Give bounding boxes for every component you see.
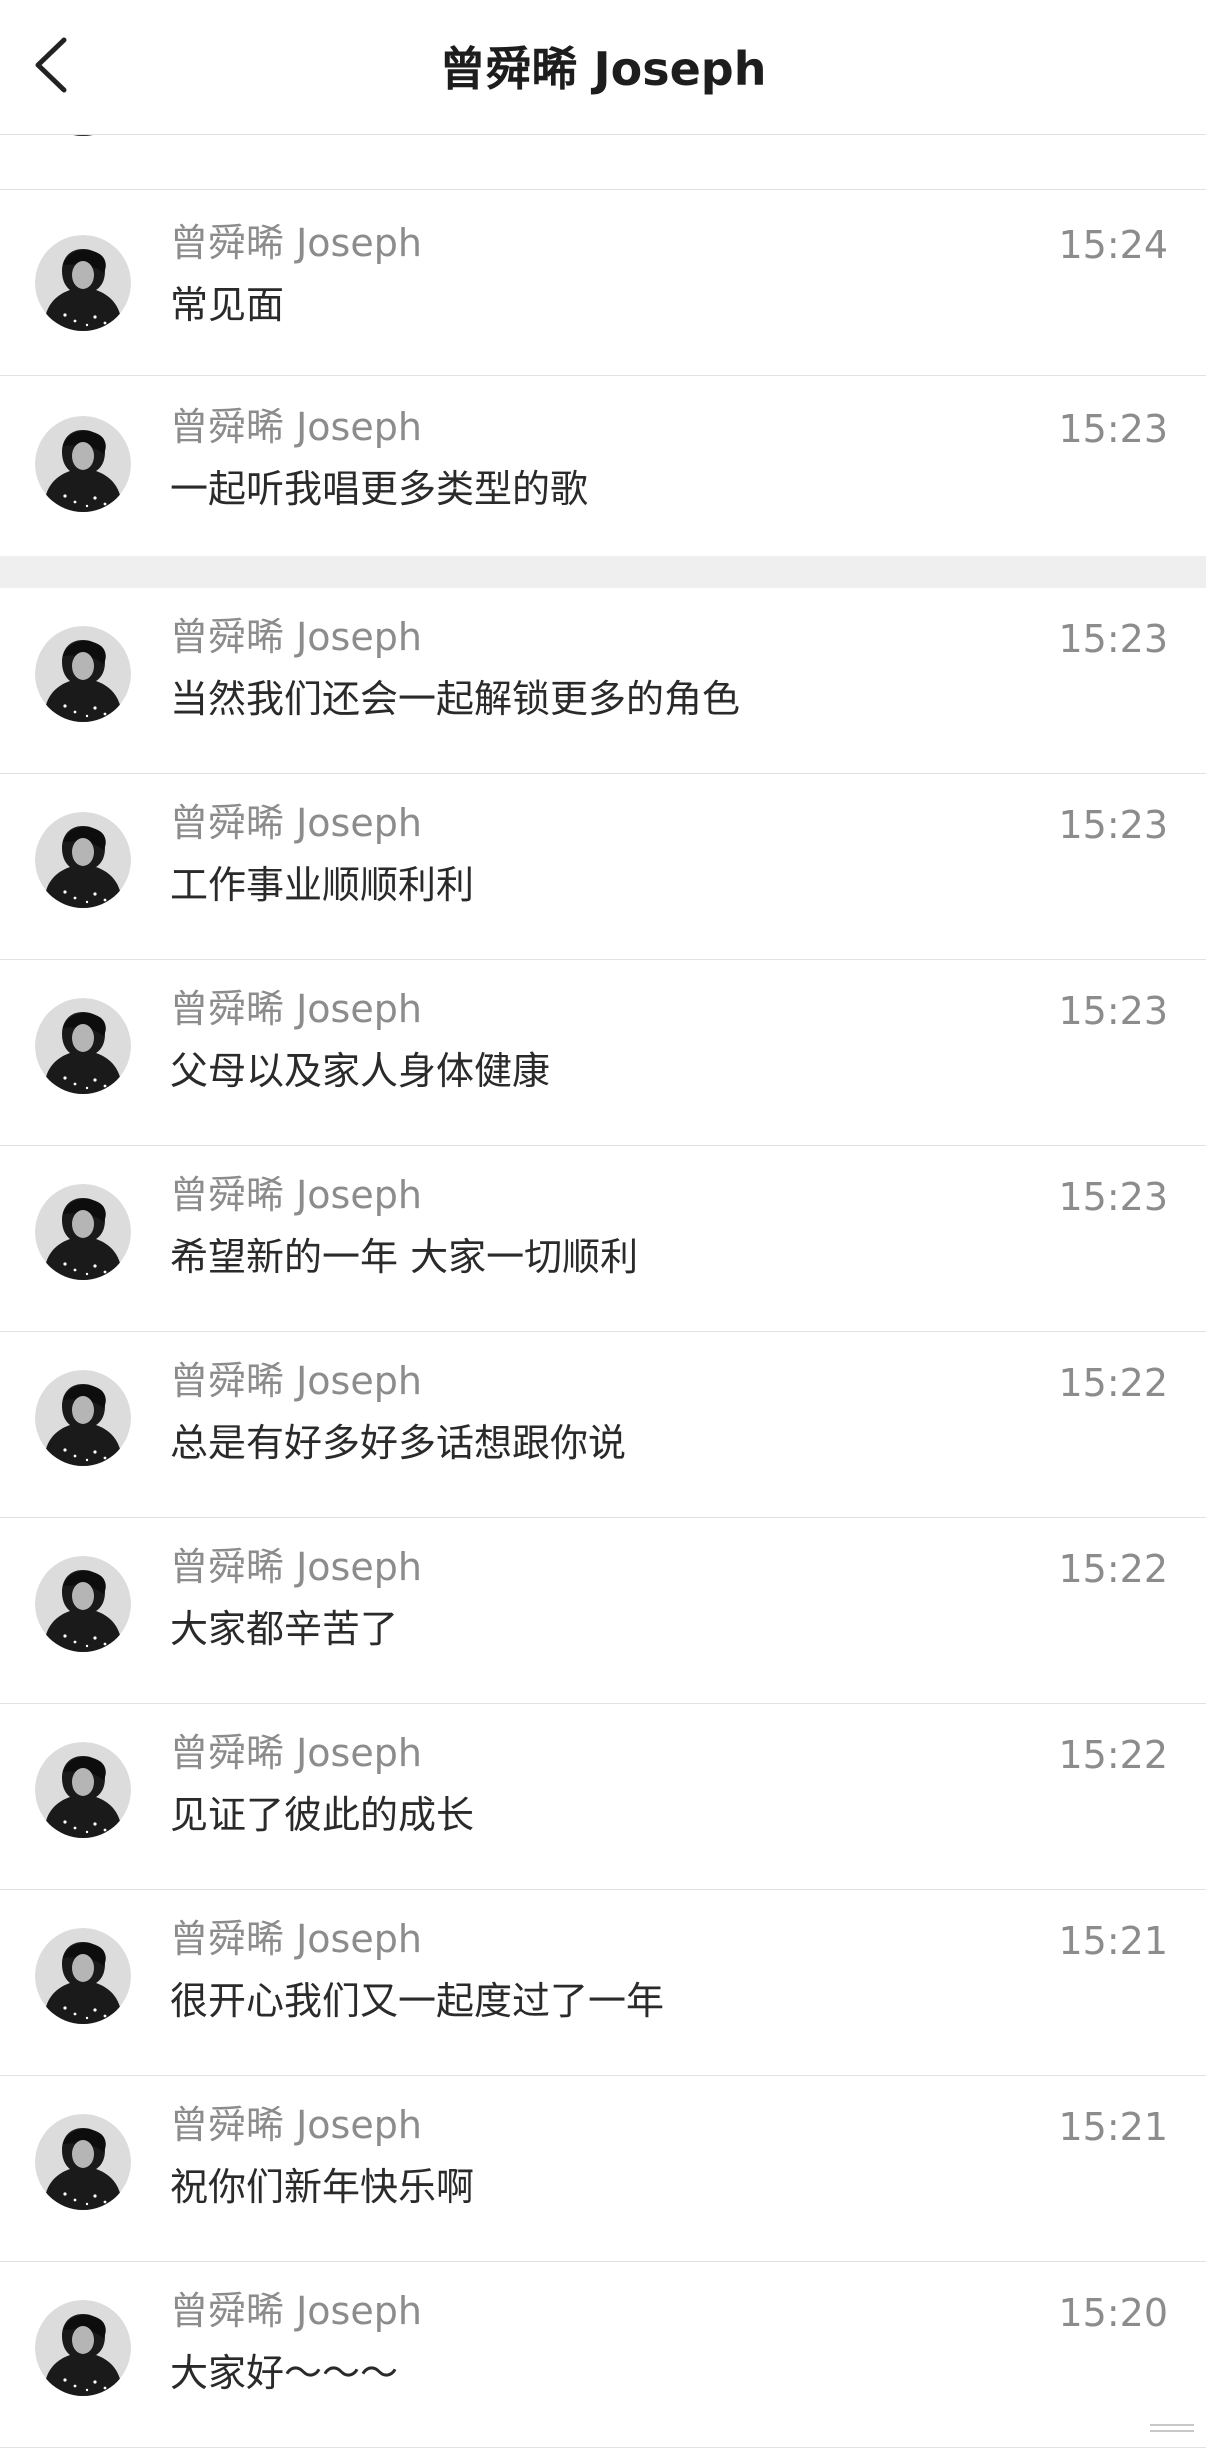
avatar[interactable] [35,2300,131,2396]
message-row[interactable]: 曾舜晞 Joseph 当然我们还会一起解锁更多的角色 15:23 [0,588,1206,774]
message-text: 一起听我唱更多类型的歌 [170,467,589,511]
avatar[interactable] [35,1556,131,1652]
sender-name: 曾舜晞 Joseph [170,2289,422,2333]
watermark-mark [1150,2424,1194,2432]
message-text: 常见面 [170,283,285,327]
message-text: 见证了彼此的成长 [170,1793,475,1837]
message-time: 15:23 [1058,989,1168,1033]
message-row[interactable]: 曾舜晞 Joseph 见证了彼此的成长 15:22 [0,1704,1206,1890]
sender-name: 曾舜晞 Joseph [170,987,422,1031]
avatar[interactable] [35,812,131,908]
message-time: 15:21 [1058,2105,1168,2149]
message-text: 希望新的一年 大家一切顺利 [170,1235,639,1279]
message-time: 15:22 [1058,1361,1168,1405]
chat-screen: 曾舜晞 Joseph 常见面 15:24 曾舜晞 Joseph 一起听我唱更多类… [0,0,1206,2456]
message-text: 总是有好多好多话想跟你说 [170,1421,627,1465]
message-row[interactable]: 曾舜晞 Joseph 总是有好多好多话想跟你说 15:22 [0,1332,1206,1518]
message-time: 15:23 [1058,407,1168,451]
message-row[interactable]: 曾舜晞 Joseph 一起听我唱更多类型的歌 15:23 [0,376,1206,556]
message-time: 15:23 [1058,1175,1168,1219]
message-row[interactable]: 曾舜晞 Joseph 常见面 15:24 [0,190,1206,376]
message-text: 祝你们新年快乐啊 [170,2165,475,2209]
nav-header: 曾舜晞 Joseph [0,0,1206,135]
avatar[interactable] [35,235,131,331]
message-text: 父母以及家人身体健康 [170,1049,551,1093]
sender-name: 曾舜晞 Joseph [170,221,422,265]
message-time: 15:20 [1058,2291,1168,2335]
message-time: 15:24 [1058,223,1168,267]
section-divider [0,556,1206,588]
message-text: 很开心我们又一起度过了一年 [170,1979,665,2023]
message-time: 15:23 [1058,617,1168,661]
sender-name: 曾舜晞 Joseph [170,801,422,845]
sender-name: 曾舜晞 Joseph [170,405,422,449]
avatar[interactable] [35,1370,131,1466]
message-row[interactable]: 曾舜晞 Joseph 祝你们新年快乐啊 15:21 [0,2076,1206,2262]
sender-name: 曾舜晞 Joseph [170,2103,422,2147]
avatar[interactable] [35,2114,131,2210]
avatar[interactable] [35,416,131,512]
sender-name: 曾舜晞 Joseph [170,615,422,659]
message-time: 15:23 [1058,803,1168,847]
message-text: 工作事业顺顺利利 [170,863,475,907]
sender-name: 曾舜晞 Joseph [170,1359,422,1403]
avatar[interactable] [35,1742,131,1838]
message-text: 大家都辛苦了 [170,1607,399,1651]
sender-name: 曾舜晞 Joseph [170,1731,422,1775]
avatar[interactable] [35,998,131,1094]
message-time: 15:22 [1058,1733,1168,1777]
message-row[interactable]: 曾舜晞 Joseph 大家都辛苦了 15:22 [0,1518,1206,1704]
avatar[interactable] [35,626,131,722]
message-row[interactable]: 曾舜晞 Joseph 父母以及家人身体健康 15:23 [0,960,1206,1146]
page-title: 曾舜晞 Joseph [439,42,767,96]
message-row[interactable]: 曾舜晞 Joseph 大家好～～～ 15:20 [0,2262,1206,2448]
avatar[interactable] [35,1928,131,2024]
message-row[interactable]: 曾舜晞 Joseph 希望新的一年 大家一切顺利 15:23 [0,1146,1206,1332]
message-row[interactable]: 曾舜晞 Joseph 很开心我们又一起度过了一年 15:21 [0,1890,1206,2076]
message-text: 当然我们还会一起解锁更多的角色 [170,677,741,721]
message-time: 15:22 [1058,1547,1168,1591]
avatar[interactable] [35,1184,131,1280]
sender-name: 曾舜晞 Joseph [170,1173,422,1217]
message-row[interactable]: 曾舜晞 Joseph 工作事业顺顺利利 15:23 [0,774,1206,960]
message-time: 15:21 [1058,1919,1168,1963]
sender-name: 曾舜晞 Joseph [170,1545,422,1589]
message-text: 大家好～～～ [170,2351,399,2395]
sender-name: 曾舜晞 Joseph [170,1917,422,1961]
